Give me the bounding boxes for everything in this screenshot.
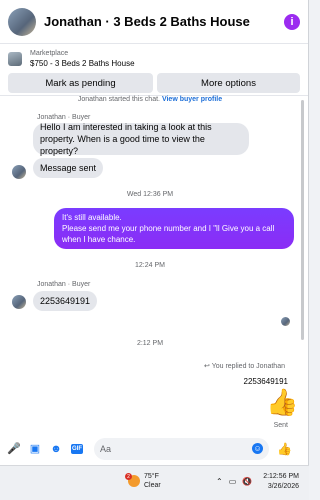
message-status: Sent <box>273 422 288 429</box>
reply-note: ↩ You replied to Jonathan <box>204 363 285 370</box>
clock[interactable]: 2:12:56 PM 3/26/2026 <box>263 472 299 492</box>
timestamp: 2:12 PM <box>136 340 164 347</box>
sender-label: Jonathan · Buyer <box>37 114 91 121</box>
listing-summary[interactable]: $750 - 3 Beds 2 Baths House <box>30 59 135 69</box>
mark-as-pending-button[interactable]: Mark as pending <box>8 73 153 93</box>
marketplace-listing: Marketplace $750 - 3 Beds 2 Baths House … <box>0 44 308 96</box>
message-input[interactable]: Aa ☺ <box>94 437 270 460</box>
listing-thumbnail[interactable] <box>8 52 22 66</box>
info-icon[interactable]: i <box>284 13 300 30</box>
chat-started-note: Jonathan started this chat. View buyer p… <box>77 96 223 103</box>
weather-temperature: 75°F <box>144 473 159 480</box>
outgoing-message[interactable]: It's still available. Please send me you… <box>54 208 294 249</box>
display-icon[interactable]: ▭ <box>229 477 237 486</box>
listing-kind: Marketplace <box>30 50 69 57</box>
replied-quote[interactable]: 2253649191 <box>244 377 289 386</box>
weather-condition: Clear <box>144 482 161 489</box>
message-list: Jonathan started this chat. View buyer p… <box>0 96 300 432</box>
view-buyer-profile-link[interactable]: View buyer profile <box>162 96 222 103</box>
message-composer: 🎤 ▣ ☻ GIF Aa ☺ 👍 <box>0 432 300 465</box>
emoji-icon[interactable]: ☺ <box>252 443 264 454</box>
scrollbar[interactable] <box>301 100 304 340</box>
incoming-message[interactable]: 2253649191 <box>33 291 98 311</box>
chat-window: Jonathan · 3 Beds 2 Baths House i Market… <box>0 0 309 465</box>
gif-icon[interactable]: GIF <box>71 443 83 454</box>
incoming-message[interactable]: Message sent <box>33 158 104 178</box>
chat-header: Jonathan · 3 Beds 2 Baths House i <box>0 0 308 44</box>
taskbar: 2 75°F Clear ⌃ ▭ 🔇 2:12:56 PM 3/26/2026 <box>0 465 309 500</box>
volume-muted-icon[interactable]: 🔇 <box>242 477 252 486</box>
contact-avatar[interactable] <box>8 7 36 36</box>
chat-title[interactable]: Jonathan · 3 Beds 2 Baths House <box>44 14 284 29</box>
microphone-icon[interactable]: 🎤 <box>7 443 21 455</box>
system-tray: ⌃ ▭ 🔇 <box>216 477 252 486</box>
sender-label: Jonathan · Buyer <box>37 281 91 288</box>
chevron-up-icon[interactable]: ⌃ <box>216 477 223 486</box>
weather-badge: 2 <box>125 473 132 480</box>
sender-avatar[interactable] <box>12 295 26 309</box>
weather-icon: 2 <box>125 473 140 487</box>
read-receipt-avatar <box>281 317 290 326</box>
more-options-button[interactable]: More options <box>157 73 300 93</box>
like-icon[interactable]: 👍 <box>277 442 292 456</box>
timestamp: 12:24 PM <box>135 262 165 269</box>
weather-widget[interactable]: 2 75°F Clear <box>125 472 161 490</box>
sticker-icon[interactable]: ☻ <box>50 443 62 455</box>
incoming-message[interactable]: Hello I am interested in taking a look a… <box>33 122 249 156</box>
sender-avatar[interactable] <box>12 165 26 179</box>
thumbs-up-icon[interactable]: 👍 <box>266 389 298 415</box>
photo-icon[interactable]: ▣ <box>29 443 41 455</box>
timestamp: Wed 12:36 PM <box>126 191 174 198</box>
